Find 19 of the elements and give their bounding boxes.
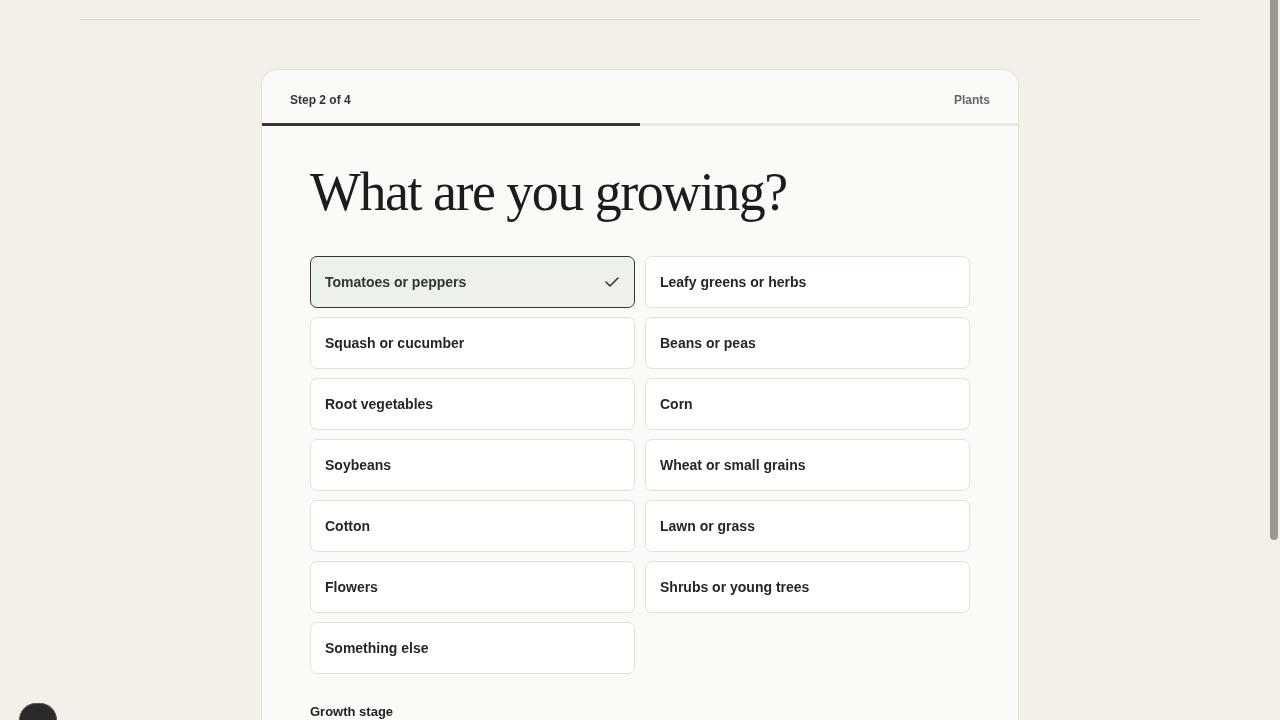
step-label: Step 2 of 4 (290, 92, 351, 107)
option-button[interactable]: Root vegetables (310, 378, 635, 430)
option-button[interactable]: Squash or cucumber (310, 317, 635, 369)
option-button[interactable]: Wheat or small grains (645, 439, 970, 491)
option-button[interactable]: Soybeans (310, 439, 635, 491)
option-button[interactable]: Something else (310, 622, 635, 674)
option-button[interactable]: Lawn or grass (645, 500, 970, 552)
section-heading: Growth stage (310, 705, 395, 719)
option-button[interactable]: Shrubs or young trees (645, 561, 970, 613)
question-title: What are you growing? (310, 161, 788, 224)
option-button[interactable]: Corn (645, 378, 970, 430)
option-button[interactable]: Leafy greens or herbs (645, 256, 970, 308)
option-button[interactable]: Flowers (310, 561, 635, 613)
option-button[interactable]: Beans or peas (645, 317, 970, 369)
section-label: Plants (954, 92, 990, 107)
option-button[interactable]: Tomatoes or peppers (310, 256, 635, 308)
scrollbar-thumb[interactable] (1270, 0, 1278, 540)
option-button[interactable]: Cotton (310, 500, 635, 552)
check-icon (605, 277, 619, 287)
